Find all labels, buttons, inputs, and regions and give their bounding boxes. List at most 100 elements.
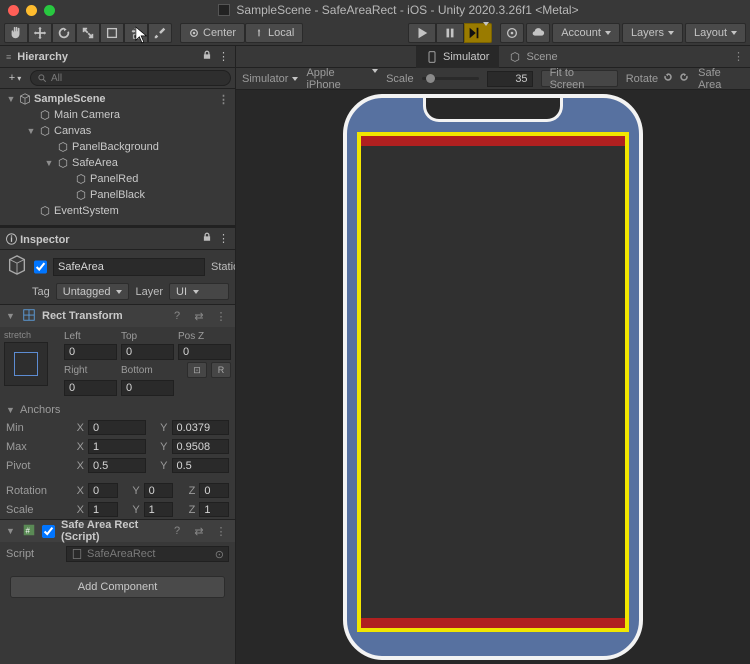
rotation-x-input[interactable]: 0 (88, 483, 118, 498)
step-button[interactable] (464, 23, 492, 43)
rotate-ccw-button[interactable] (662, 71, 674, 86)
layout-dropdown[interactable]: Layout (685, 23, 746, 43)
safe-area-toggle[interactable]: Safe Area (698, 67, 744, 91)
script-reference-field[interactable]: SafeAreaRect ⊙ (66, 546, 229, 562)
inspector-panel: ⓘ Inspector ⋮ Static Tag Untagged Layer … (0, 225, 235, 664)
device-notch (423, 98, 563, 122)
hierarchy-panel: ≡ Hierarchy ⋮ +▾ All ▼ SampleScene ⋮ (0, 46, 235, 225)
create-dropdown[interactable]: +▾ (4, 70, 26, 86)
rotate-cw-button[interactable] (678, 71, 690, 86)
anchor-max-x-input[interactable]: 1 (88, 439, 146, 454)
pivot-x-input[interactable]: 0.5 (88, 458, 146, 473)
panel-menu-icon[interactable]: ⋮ (733, 50, 744, 63)
pivot-mode-button[interactable]: Center (180, 23, 245, 43)
tree-item[interactable]: ▼Canvas (0, 123, 235, 139)
tree-item-label: SampleScene (34, 93, 106, 105)
tree-item[interactable]: PanelRed (0, 171, 235, 187)
lock-icon[interactable] (202, 50, 212, 63)
move-tool-button[interactable] (28, 23, 52, 43)
lock-icon[interactable] (202, 232, 212, 245)
panel-menu-icon[interactable]: ⋮ (218, 232, 229, 245)
tree-item[interactable]: EventSystem (0, 203, 235, 219)
play-button[interactable] (408, 23, 436, 43)
posz-input[interactable]: 0 (178, 344, 231, 360)
right-input[interactable]: 0 (64, 380, 117, 396)
scale-x-input[interactable]: 1 (88, 502, 118, 517)
close-icon[interactable] (8, 5, 19, 16)
scene-menu-icon[interactable]: ⋮ (218, 93, 229, 106)
top-input[interactable]: 0 (121, 344, 174, 360)
tab-simulator[interactable]: Simulator (416, 46, 499, 68)
anchor-min-x-input[interactable]: 0 (88, 420, 146, 435)
anchor-preset-button[interactable] (4, 342, 48, 386)
search-placeholder: All (51, 73, 62, 84)
fit-label: Fit to Screen (550, 67, 609, 91)
fit-to-screen-button[interactable]: Fit to Screen (541, 70, 618, 87)
component-preset-icon[interactable]: ⇄ (191, 525, 207, 538)
hierarchy-search-input[interactable]: All (30, 70, 231, 86)
maximize-icon[interactable] (44, 5, 55, 16)
scale-z-input[interactable]: 1 (199, 502, 229, 517)
account-dropdown[interactable]: Account (552, 23, 620, 43)
tree-item[interactable]: Main Camera (0, 107, 235, 123)
custom-tools-button[interactable] (148, 23, 172, 43)
component-enabled-checkbox[interactable] (42, 525, 55, 538)
blueprint-mode-button[interactable]: ⊡ (187, 362, 207, 378)
rect-tool-button[interactable] (100, 23, 124, 43)
scene-item[interactable]: ▼ SampleScene ⋮ (0, 91, 235, 107)
left-input[interactable]: 0 (64, 344, 117, 360)
tag-dropdown[interactable]: Untagged (56, 283, 130, 300)
script-field-label: Script (6, 548, 62, 560)
scale-y-input[interactable]: 1 (144, 502, 174, 517)
component-menu-icon[interactable]: ⋮ (213, 310, 229, 323)
tab-scene[interactable]: Scene (499, 46, 567, 68)
scale-slider[interactable] (422, 77, 479, 80)
window-title: SampleScene - SafeAreaRect - iOS - Unity… (55, 3, 742, 17)
device-dropdown[interactable]: Apple iPhone (306, 67, 378, 91)
gameobject-enabled-checkbox[interactable] (34, 260, 47, 274)
scale-tool-button[interactable] (76, 23, 100, 43)
anchor-max-y-input[interactable]: 0.9508 (172, 439, 230, 454)
panel-menu-icon[interactable]: ⋮ (218, 50, 229, 63)
bottom-input[interactable]: 0 (121, 380, 174, 396)
view-tabs: Simulator Scene ⋮ (236, 46, 750, 68)
component-menu-icon[interactable]: ⋮ (213, 525, 229, 538)
hierarchy-foldout-icon[interactable]: ≡ (6, 52, 11, 62)
rotation-z-input[interactable]: 0 (199, 483, 229, 498)
component-preset-icon[interactable]: ⇄ (191, 310, 207, 323)
rotate-tool-button[interactable] (52, 23, 76, 43)
pivot-y-input[interactable]: 0.5 (172, 458, 230, 473)
simulator-icon (426, 51, 438, 63)
tree-item[interactable]: ▼SafeArea (0, 155, 235, 171)
rect-transform-icon (22, 308, 36, 325)
component-foldout-icon[interactable]: ▼ (6, 526, 16, 536)
tag-value: Untagged (63, 286, 111, 298)
device-frame (343, 94, 643, 660)
minimize-icon[interactable] (26, 5, 37, 16)
component-help-icon[interactable]: ? (169, 310, 185, 322)
component-help-icon[interactable]: ? (169, 525, 185, 537)
component-foldout-icon[interactable]: ▼ (6, 311, 16, 321)
anchor-min-y-input[interactable]: 0.0379 (172, 420, 230, 435)
layer-dropdown[interactable]: UI (169, 283, 229, 300)
scale-value-input[interactable]: 35 (487, 71, 533, 87)
collab-button[interactable] (500, 23, 524, 43)
rotation-label: Rotation (6, 485, 62, 497)
add-component-button[interactable]: Add Component (10, 576, 225, 598)
hand-tool-button[interactable] (4, 23, 28, 43)
cursor-icon (135, 26, 149, 47)
cloud-button[interactable] (526, 23, 550, 43)
simulator-mode-dropdown[interactable]: Simulator (242, 73, 298, 85)
tree-item[interactable]: PanelBlack (0, 187, 235, 203)
raw-edit-button[interactable]: R (211, 362, 231, 378)
object-picker-icon[interactable]: ⊙ (215, 548, 224, 561)
gameobject-icon[interactable] (6, 254, 28, 279)
pause-button[interactable] (436, 23, 464, 43)
inspector-title: Inspector (20, 234, 70, 246)
rotation-mode-button[interactable]: Local (245, 23, 303, 43)
gameobject-name-input[interactable] (53, 258, 205, 276)
rotation-y-input[interactable]: 0 (144, 483, 174, 498)
tree-item[interactable]: PanelBackground (0, 139, 235, 155)
anchors-foldout-icon[interactable]: ▼ (6, 405, 16, 415)
layers-dropdown[interactable]: Layers (622, 23, 683, 43)
